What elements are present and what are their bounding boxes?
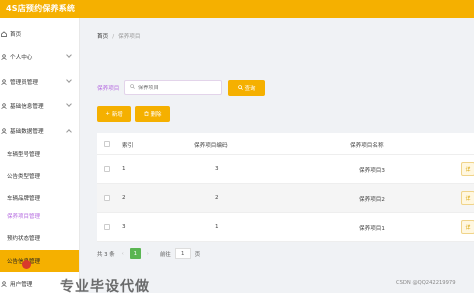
row-checkbox[interactable] <box>104 166 110 172</box>
breadcrumb-separator: / <box>112 34 115 40</box>
user-icon <box>1 281 7 287</box>
search-label: 保养项目 <box>97 86 120 92</box>
chevron-up-icon <box>66 129 72 135</box>
cell-code: 1 <box>215 224 219 230</box>
table-row: 1 3 保养项目3 详 <box>97 155 474 184</box>
chevron-down-icon <box>66 101 72 107</box>
watermark-text: 专业毕设代做 <box>60 279 150 293</box>
row-checkbox[interactable] <box>104 195 110 201</box>
sidebar-item-basic-data[interactable]: 基础数据管理 <box>0 121 79 141</box>
sidebar-item-label: 个人中心 <box>10 55 33 61</box>
cell-name: 保养项目1 <box>359 226 385 232</box>
next-page-icon[interactable]: › <box>147 251 149 257</box>
plus-icon: + <box>105 111 110 117</box>
cell-index: 1 <box>122 166 126 172</box>
sidebar-subitem-label: 公告类型管理 <box>7 174 41 180</box>
search-button[interactable]: 查询 <box>228 80 265 96</box>
trash-icon <box>144 110 149 118</box>
search-button-label: 查询 <box>244 86 256 92</box>
user-icon <box>1 54 7 60</box>
add-button-label: 新增 <box>111 112 123 118</box>
table-row: 2 2 保养项目2 详 <box>97 184 474 213</box>
goto-label: 前往 <box>159 251 171 258</box>
prev-page-icon[interactable]: ‹ <box>122 251 124 257</box>
sidebar-item-label: 基础信息管理 <box>10 104 44 110</box>
sidebar-subitem-booking-status[interactable]: 预约状态管理 <box>0 228 79 248</box>
column-header-code: 保养项目编码 <box>194 143 228 149</box>
delete-button-label: 删除 <box>150 112 162 118</box>
chevron-down-icon <box>66 52 72 58</box>
sidebar-subitem-label: 保养项目管理 <box>7 214 41 220</box>
cell-name: 保养项目3 <box>359 168 385 174</box>
row-checkbox[interactable] <box>104 224 110 230</box>
user-icon <box>1 128 7 134</box>
sidebar-subitem-label: 预约状态管理 <box>7 236 41 242</box>
select-all-checkbox[interactable] <box>104 141 110 147</box>
sidebar-subitem-label: 车辆型号管理 <box>7 152 41 158</box>
column-header-name: 保养项目名称 <box>350 143 384 149</box>
home-icon <box>1 31 7 37</box>
table-row: 3 1 保养项目1 详 <box>97 213 474 242</box>
sidebar-subitem-car-model[interactable]: 车辆型号管理 <box>0 144 79 164</box>
search-field[interactable] <box>124 80 222 95</box>
breadcrumb: 首页 / 保养项目 <box>97 32 140 40</box>
breadcrumb-current: 保养项目 <box>118 34 141 40</box>
sidebar-item-home[interactable]: 首页 <box>0 24 79 44</box>
top-bar: 4S店预约保养系统 <box>0 0 474 18</box>
pagination: 共 3 条 ‹ 1 › 前往 1 页 <box>97 248 200 259</box>
csdn-watermark: CSDN @QQ242219979 <box>396 280 456 286</box>
search-icon <box>237 84 243 92</box>
sidebar-item-basic-info[interactable]: 基础信息管理 <box>0 96 79 116</box>
app-title: 4S店预约保养系统 <box>6 4 76 13</box>
search-icon <box>130 84 135 91</box>
add-button[interactable]: + 新增 <box>97 106 131 122</box>
sidebar-item-admin[interactable]: 管理员管理 <box>0 72 79 92</box>
cell-name: 保养项目2 <box>359 197 385 203</box>
search-input[interactable] <box>138 84 218 91</box>
detail-button[interactable]: 详 <box>461 191 474 205</box>
breadcrumb-home[interactable]: 首页 <box>97 34 108 40</box>
cell-index: 2 <box>122 195 126 201</box>
table-header: 索引 保养项目编码 保养项目名称 <box>97 133 474 155</box>
chevron-down-icon <box>66 77 72 83</box>
pagination-total: 共 3 条 <box>97 251 115 258</box>
sidebar-subitem-maintenance-item[interactable]: 保养项目管理 <box>0 206 79 226</box>
cell-code: 3 <box>215 166 219 172</box>
sidebar-item-label: 管理员管理 <box>10 80 38 86</box>
delete-button[interactable]: 删除 <box>135 106 170 122</box>
user-icon <box>1 103 7 109</box>
sidebar-subitem-notice-type[interactable]: 公告类型管理 <box>0 166 79 186</box>
cursor-dot <box>22 260 31 269</box>
cell-index: 3 <box>122 224 126 230</box>
sidebar-item-label: 基础数据管理 <box>10 129 44 135</box>
column-header-index: 索引 <box>122 143 134 149</box>
main-content: 首页/保养项目 保养项目 查询 + 新增 删除 索引 保养项目编码 保养项目名称… <box>80 18 474 293</box>
sidebar-subitem-label: 车辆品牌管理 <box>7 196 41 202</box>
sidebar-subitem-notice-info[interactable]: 公告信息管理 <box>0 250 79 272</box>
detail-button[interactable]: 详 <box>461 220 474 234</box>
cell-code: 2 <box>215 195 219 201</box>
sidebar-item-label: 首页 <box>10 32 22 38</box>
sidebar-subitem-car-brand[interactable]: 车辆品牌管理 <box>0 188 79 208</box>
sidebar-item-profile[interactable]: 个人中心 <box>0 47 79 67</box>
user-icon <box>1 79 7 85</box>
sidebar-item-label: 用户管理 <box>10 282 33 288</box>
page-suffix: 页 <box>194 251 201 258</box>
sidebar: 首页 个人中心 管理员管理 基础信息管理 基础数据管理 车辆型号管理 公告类型管… <box>0 18 80 293</box>
detail-button[interactable]: 详 <box>461 162 474 176</box>
pagination-page-current[interactable]: 1 <box>129 248 141 259</box>
goto-page-input[interactable]: 1 <box>174 248 191 259</box>
